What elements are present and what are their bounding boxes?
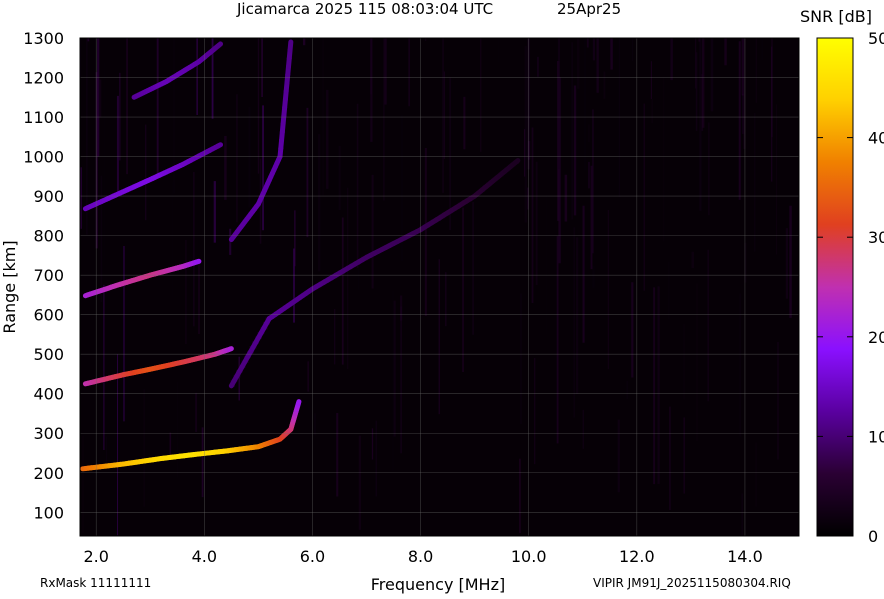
colorbar-tick-label: 20 (868, 328, 884, 347)
colorbar-tick-label: 50 (868, 29, 884, 48)
y-tick-label: 800 (33, 227, 64, 246)
colorbar-tick-label: 30 (868, 228, 884, 247)
colorbar-tick-label: 40 (868, 129, 884, 148)
file-label: VIPIR JM91J_2025115080304.RIQ (593, 576, 791, 590)
y-tick-label: 100 (33, 503, 64, 522)
y-tick-label: 500 (33, 345, 64, 364)
echo-trace-5 (219, 44, 221, 45)
y-tick-label: 900 (33, 187, 64, 206)
echo-trace-1 (298, 402, 299, 404)
y-tick-label: 300 (33, 424, 64, 443)
y-tick-label: 1300 (23, 29, 64, 48)
chart-date: 25Apr25 (557, 0, 621, 18)
chart-title: Jicamarca 2025 115 08:03:04 UTC (236, 0, 493, 18)
x-tick-label: 8.0 (408, 547, 433, 566)
colorbar-tick-label: 10 (868, 427, 884, 446)
ionogram-svg: 2.04.06.08.010.012.014.01002003004005006… (0, 0, 884, 595)
y-tick-label: 700 (33, 266, 64, 285)
x-axis-label: Frequency [MHz] (371, 575, 505, 594)
x-tick-label: 12.0 (619, 547, 655, 566)
y-tick-label: 1100 (23, 108, 64, 127)
x-tick-label: 2.0 (83, 547, 108, 566)
y-tick-label: 400 (33, 385, 64, 404)
colorbar (817, 38, 853, 536)
y-tick-label: 1200 (23, 69, 64, 88)
echo-trace-6 (290, 42, 291, 50)
echo-trace-7 (515, 161, 518, 164)
ionogram-figure: 2.04.06.08.010.012.014.01002003004005006… (0, 0, 884, 595)
y-axis-label: Range [km] (0, 240, 19, 333)
x-tick-label: 6.0 (300, 547, 325, 566)
y-tick-label: 600 (33, 306, 64, 325)
echo-trace-4 (218, 145, 221, 146)
rxmask-label: RxMask 11111111 (40, 576, 151, 590)
x-tick-label: 14.0 (727, 547, 763, 566)
x-tick-label: 4.0 (192, 547, 217, 566)
colorbar-tick-label: 0 (868, 527, 878, 546)
x-tick-label: 10.0 (511, 547, 547, 566)
y-tick-label: 1000 (23, 148, 64, 167)
y-tick-label: 200 (33, 464, 64, 483)
colorbar-label: SNR [dB] (800, 7, 872, 26)
